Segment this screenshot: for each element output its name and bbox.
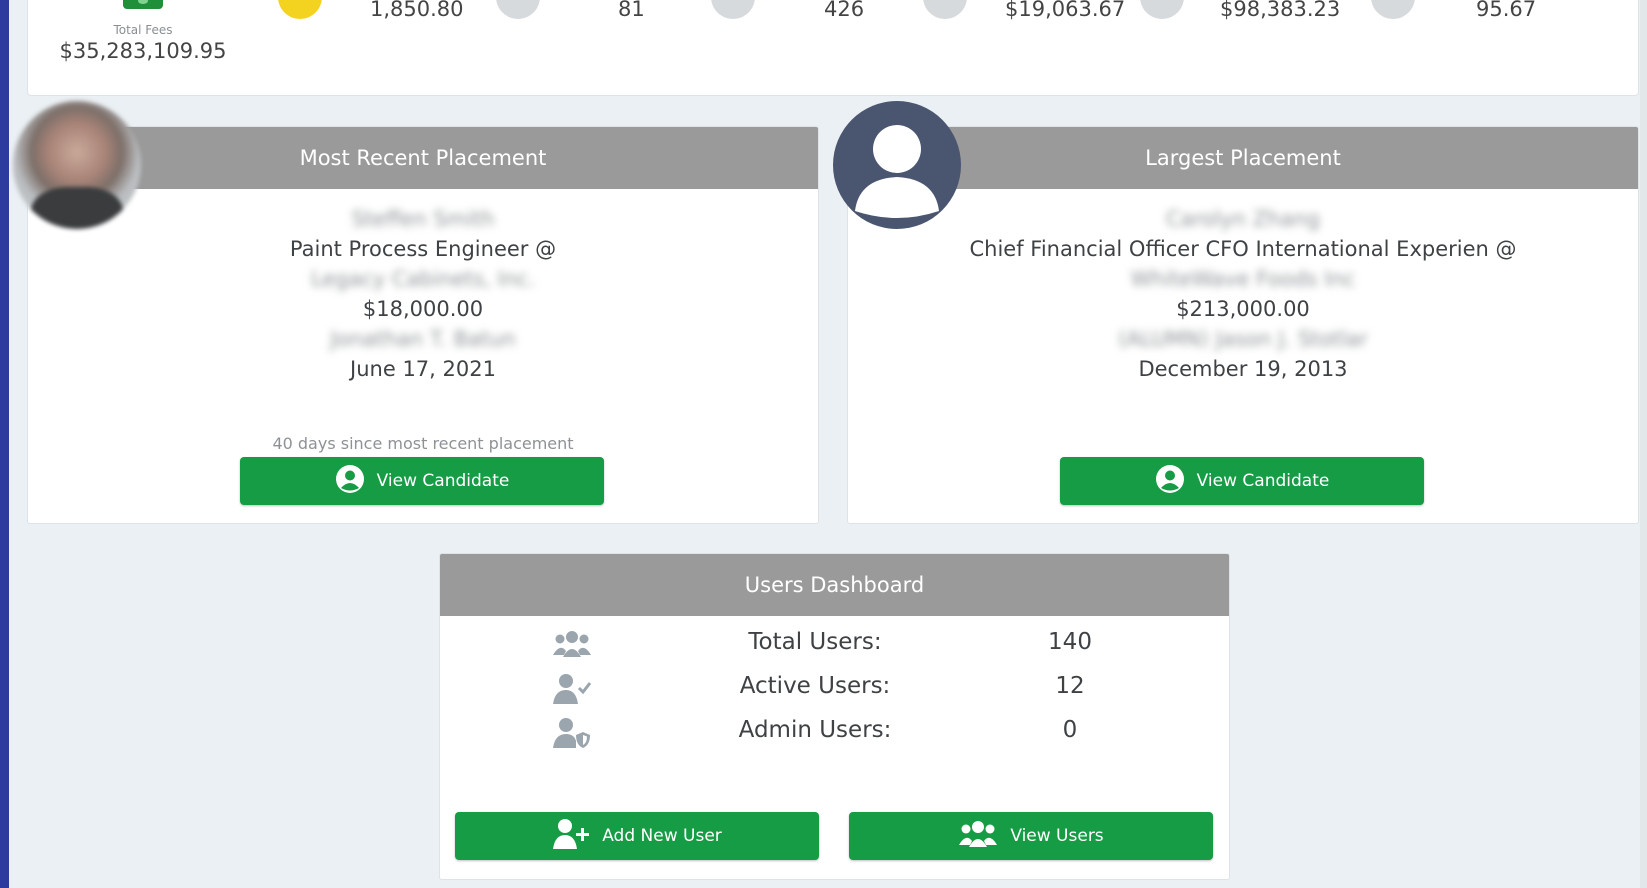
stat-value: 81 [618,0,645,21]
hand-money-icon [1140,0,1184,19]
recruiter-name: (ALUMN) Jason J. Stotlar [1118,327,1368,351]
user-shield-icon [552,717,592,753]
user-plus-icon [552,818,590,855]
candidate-name: Carolyn Zhang [1165,207,1320,231]
scrollbar-track[interactable] [1640,0,1647,888]
active-users-label: Active Users: [739,673,891,699]
stat-value: $19,063.67 [1005,0,1126,21]
users-group-icon [958,819,998,854]
users-dashboard-card: Users Dashboard Total Users: 140 Active … [439,553,1230,880]
info-icon [1371,0,1415,19]
card-header: Users Dashboard [440,554,1229,616]
total-fees-label: Total Fees [113,23,173,37]
view-candidate-button[interactable]: View Candidate [240,457,604,505]
stat-value: 95.67 [1476,0,1537,21]
coin-icon [278,0,322,19]
stat-value: 426 [824,0,865,21]
sidebar-edge [0,0,9,888]
stat-total-fees: Total Fees $35,283,109.95 [28,0,258,95]
stats-bar: Total Fees $35,283,109.95 1,850.80 81 42… [27,0,1639,96]
card-title: Most Recent Placement [299,146,547,170]
admin-users-value: 0 [1062,717,1078,743]
default-avatar-icon [833,101,961,229]
card-header: Largest Placement [848,127,1638,189]
largest-placement-card: Largest Placement Carolyn Zhang Chief Fi… [847,126,1639,524]
job-title: Chief Financial Officer CFO Internationa… [969,237,1517,261]
money-icon [123,0,163,9]
company-name: Legacy Cabinets, Inc. [310,267,536,291]
stat-value: 1,850.80 [370,0,464,21]
recruiter-name: Jonathan T. Batun [330,327,516,351]
add-new-user-label: Add New User [602,826,722,846]
view-candidate-button[interactable]: View Candidate [1060,457,1424,505]
days-since-text: 40 days since most recent placement [272,434,574,453]
view-users-button[interactable]: View Users [849,812,1213,860]
user-circle-icon [1155,464,1185,499]
most-recent-placement-card: Most Recent Placement Steffen Smith Pain… [27,126,819,524]
view-candidate-label: View Candidate [376,471,510,491]
card-title: Users Dashboard [744,573,925,597]
candidate-name: Steffen Smith [351,207,495,231]
job-title: Paint Process Engineer @ [289,237,557,261]
users-group-icon [552,629,592,663]
add-new-user-button[interactable]: Add New User [455,812,819,860]
placement-amount: $213,000.00 [1176,297,1310,321]
user-circle-icon [335,464,365,499]
dollar-coin-icon [923,0,967,19]
candidate-avatar [13,101,141,229]
balance-scale-icon [711,0,755,19]
users-row-admin: Admin Users: 0 [440,717,1229,757]
placement-date: December 19, 2013 [1138,357,1348,381]
users-row-total: Total Users: 140 [440,629,1229,669]
admin-users-label: Admin Users: [738,717,892,743]
placement-amount: $18,000.00 [362,297,484,321]
active-users-value: 12 [1055,673,1085,699]
total-users-label: Total Users: [748,629,882,655]
total-users-value: 140 [1048,629,1092,655]
stat-value: $98,383.23 [1220,0,1341,21]
handshake-icon [496,0,540,19]
card-header: Most Recent Placement [28,127,818,189]
card-title: Largest Placement [1145,146,1341,170]
users-row-active: Active Users: 12 [440,673,1229,713]
placement-date: June 17, 2021 [350,357,496,381]
company-name: WhiteWave Foods Inc [1130,267,1356,291]
user-check-icon [552,673,592,709]
view-candidate-label: View Candidate [1196,471,1330,491]
view-users-label: View Users [1010,826,1104,846]
total-fees-value: $35,283,109.95 [59,39,227,63]
